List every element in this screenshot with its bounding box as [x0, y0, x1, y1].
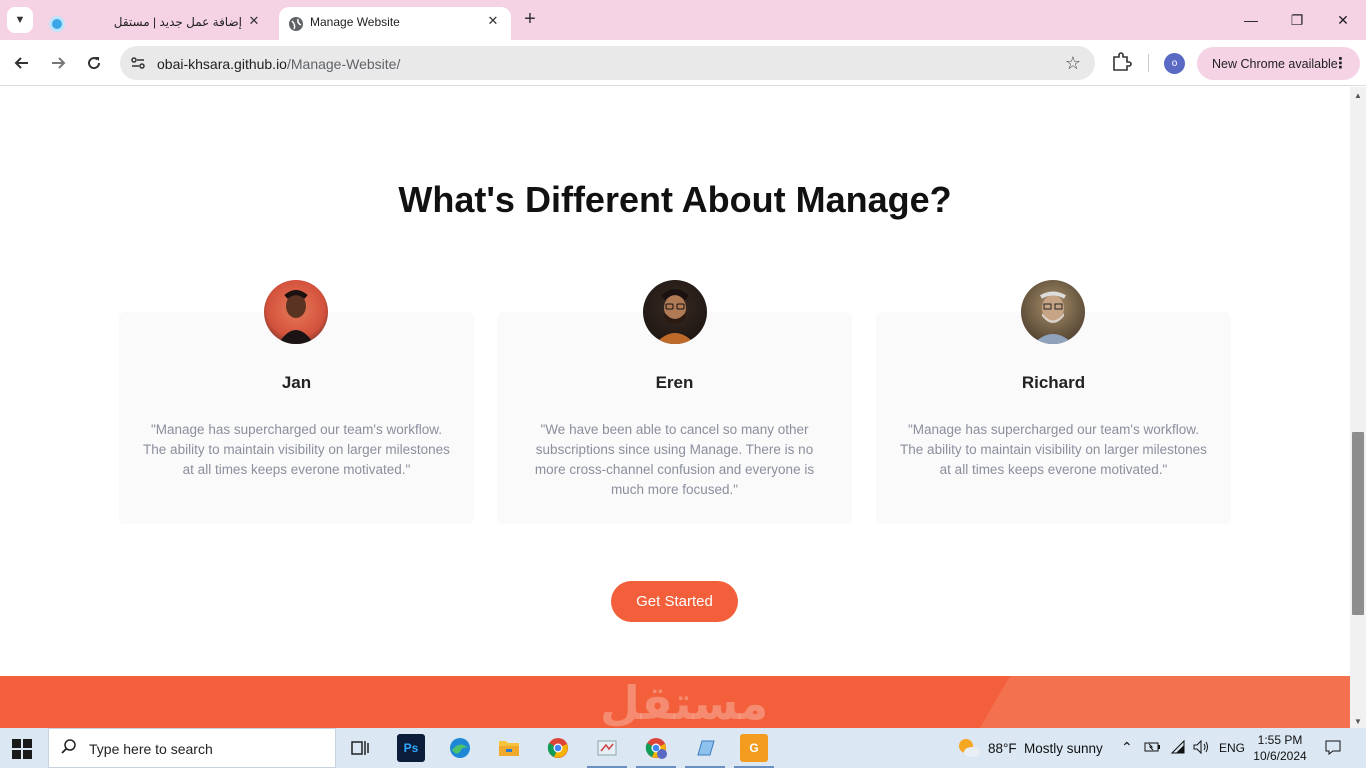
new-chrome-available-button[interactable]: New Chrome available ⋮ [1197, 47, 1360, 80]
back-arrow-icon[interactable] [8, 49, 36, 77]
chevron-down-icon: ▼ [14, 14, 26, 26]
testimonial-name: Jan [281, 373, 312, 392]
chrome-profile-icon[interactable] [642, 734, 670, 762]
chevron-up-icon[interactable]: ⌃ [1121, 739, 1133, 756]
speaker-icon[interactable] [1192, 739, 1210, 758]
toolbar-divider [1148, 54, 1149, 72]
task-view-icon[interactable] [346, 734, 374, 762]
mostaql-favicon-icon [49, 16, 65, 32]
scroll-down-arrow-icon[interactable]: ▼ [1354, 717, 1362, 726]
weather-temp[interactable]: 88°F [988, 741, 1017, 756]
search-icon [61, 739, 77, 760]
url-path: /Manage-Website/ [286, 56, 401, 72]
site-settings-icon[interactable] [130, 55, 146, 71]
close-icon[interactable]: ✕ [484, 12, 502, 30]
page-viewport: What's Different About Manage? Jan "Mana… [0, 87, 1350, 728]
testimonial-name: Richard [1021, 373, 1086, 392]
tab-title: إضافة عمل جديد | مستقل [113, 15, 242, 29]
browser-toolbar: obai-khsara.github.io/Manage-Website/ ☆ … [0, 40, 1366, 86]
chrome-icon[interactable] [544, 734, 572, 762]
pdf-app-icon[interactable]: G [740, 734, 768, 762]
language-indicator[interactable]: ENG [1219, 741, 1245, 755]
new-tab-plus-icon[interactable]: + [520, 9, 540, 30]
tab-title: Manage Website [310, 15, 400, 29]
reload-icon[interactable] [80, 49, 108, 77]
url-text: obai-khsara.github.io/Manage-Website/ [157, 56, 400, 72]
vertical-scrollbar[interactable]: ▲ ▼ [1350, 87, 1366, 728]
windows-start-icon[interactable] [12, 739, 32, 759]
weather-icon[interactable] [957, 737, 981, 764]
clock-date: 10/6/2024 [1253, 749, 1307, 763]
clock-time: 1:55 PM [1257, 733, 1303, 747]
notepad-icon[interactable] [691, 734, 719, 762]
file-explorer-icon[interactable] [495, 734, 523, 762]
testimonial-quote: "Manage has supercharged our team's work… [143, 422, 450, 477]
battery-icon[interactable] [1144, 740, 1162, 757]
screen: ▼ إضافة عمل جديد | مستقل ✕ Manage Websit… [0, 0, 1366, 768]
get-started-button[interactable]: Get Started [611, 581, 738, 622]
tab-mostaql[interactable]: إضافة عمل جديد | مستقل ✕ [40, 7, 272, 40]
extensions-puzzle-icon[interactable] [1110, 51, 1134, 75]
footer-band: مستقل [0, 676, 1350, 728]
minimize-icon[interactable]: — [1228, 0, 1274, 40]
watermark-logo: مستقل [600, 677, 769, 728]
avatar-jan [264, 280, 328, 344]
window-close-icon[interactable]: ✕ [1320, 0, 1366, 40]
section-heading: What's Different About Manage? [398, 179, 952, 220]
forward-arrow-icon[interactable] [44, 49, 72, 77]
kebab-menu-icon[interactable]: ⋮ [1333, 54, 1348, 72]
photoshop-icon[interactable]: Ps [397, 734, 425, 762]
footer-decoration [980, 676, 1350, 728]
system-clock[interactable]: 1:55 PM 10/6/2024 [1252, 732, 1308, 764]
weather-condition[interactable]: Mostly sunny [1024, 741, 1103, 756]
tab-manage-website[interactable]: Manage Website ✕ [279, 7, 511, 40]
url-host: obai-khsara.github.io [157, 56, 287, 72]
notification-icon[interactable] [1324, 738, 1342, 759]
testimonial-quote: "We have been able to cancel so many oth… [534, 422, 815, 497]
testimonial-name: Eren [655, 373, 694, 392]
address-bar[interactable]: obai-khsara.github.io/Manage-Website/ ☆ [120, 46, 1095, 80]
search-placeholder: Type here to search [89, 741, 213, 757]
paint-app-icon[interactable] [593, 734, 621, 762]
avatar-eren [643, 280, 707, 344]
edge-icon[interactable] [446, 734, 474, 762]
close-icon[interactable]: ✕ [245, 12, 263, 30]
bookmark-star-icon[interactable]: ☆ [1065, 53, 1081, 74]
taskbar-search-box[interactable]: Type here to search [48, 728, 336, 768]
update-chip-label: New Chrome available [1212, 56, 1338, 71]
wifi-icon[interactable] [1170, 739, 1186, 758]
avatar-richard [1021, 280, 1085, 344]
profile-avatar[interactable]: o [1164, 53, 1185, 74]
testimonial-quote: "Manage has supercharged our team's work… [900, 422, 1207, 477]
restore-icon[interactable]: ❐ [1274, 0, 1320, 40]
tab-search-button[interactable]: ▼ [7, 7, 33, 33]
tab-strip: ▼ إضافة عمل جديد | مستقل ✕ Manage Websit… [0, 0, 1366, 40]
scroll-up-arrow-icon[interactable]: ▲ [1354, 91, 1362, 100]
scroll-thumb[interactable] [1352, 432, 1364, 615]
globe-icon [288, 16, 304, 32]
windows-taskbar: Type here to search Ps G 88°F Mostly sun… [0, 728, 1366, 768]
